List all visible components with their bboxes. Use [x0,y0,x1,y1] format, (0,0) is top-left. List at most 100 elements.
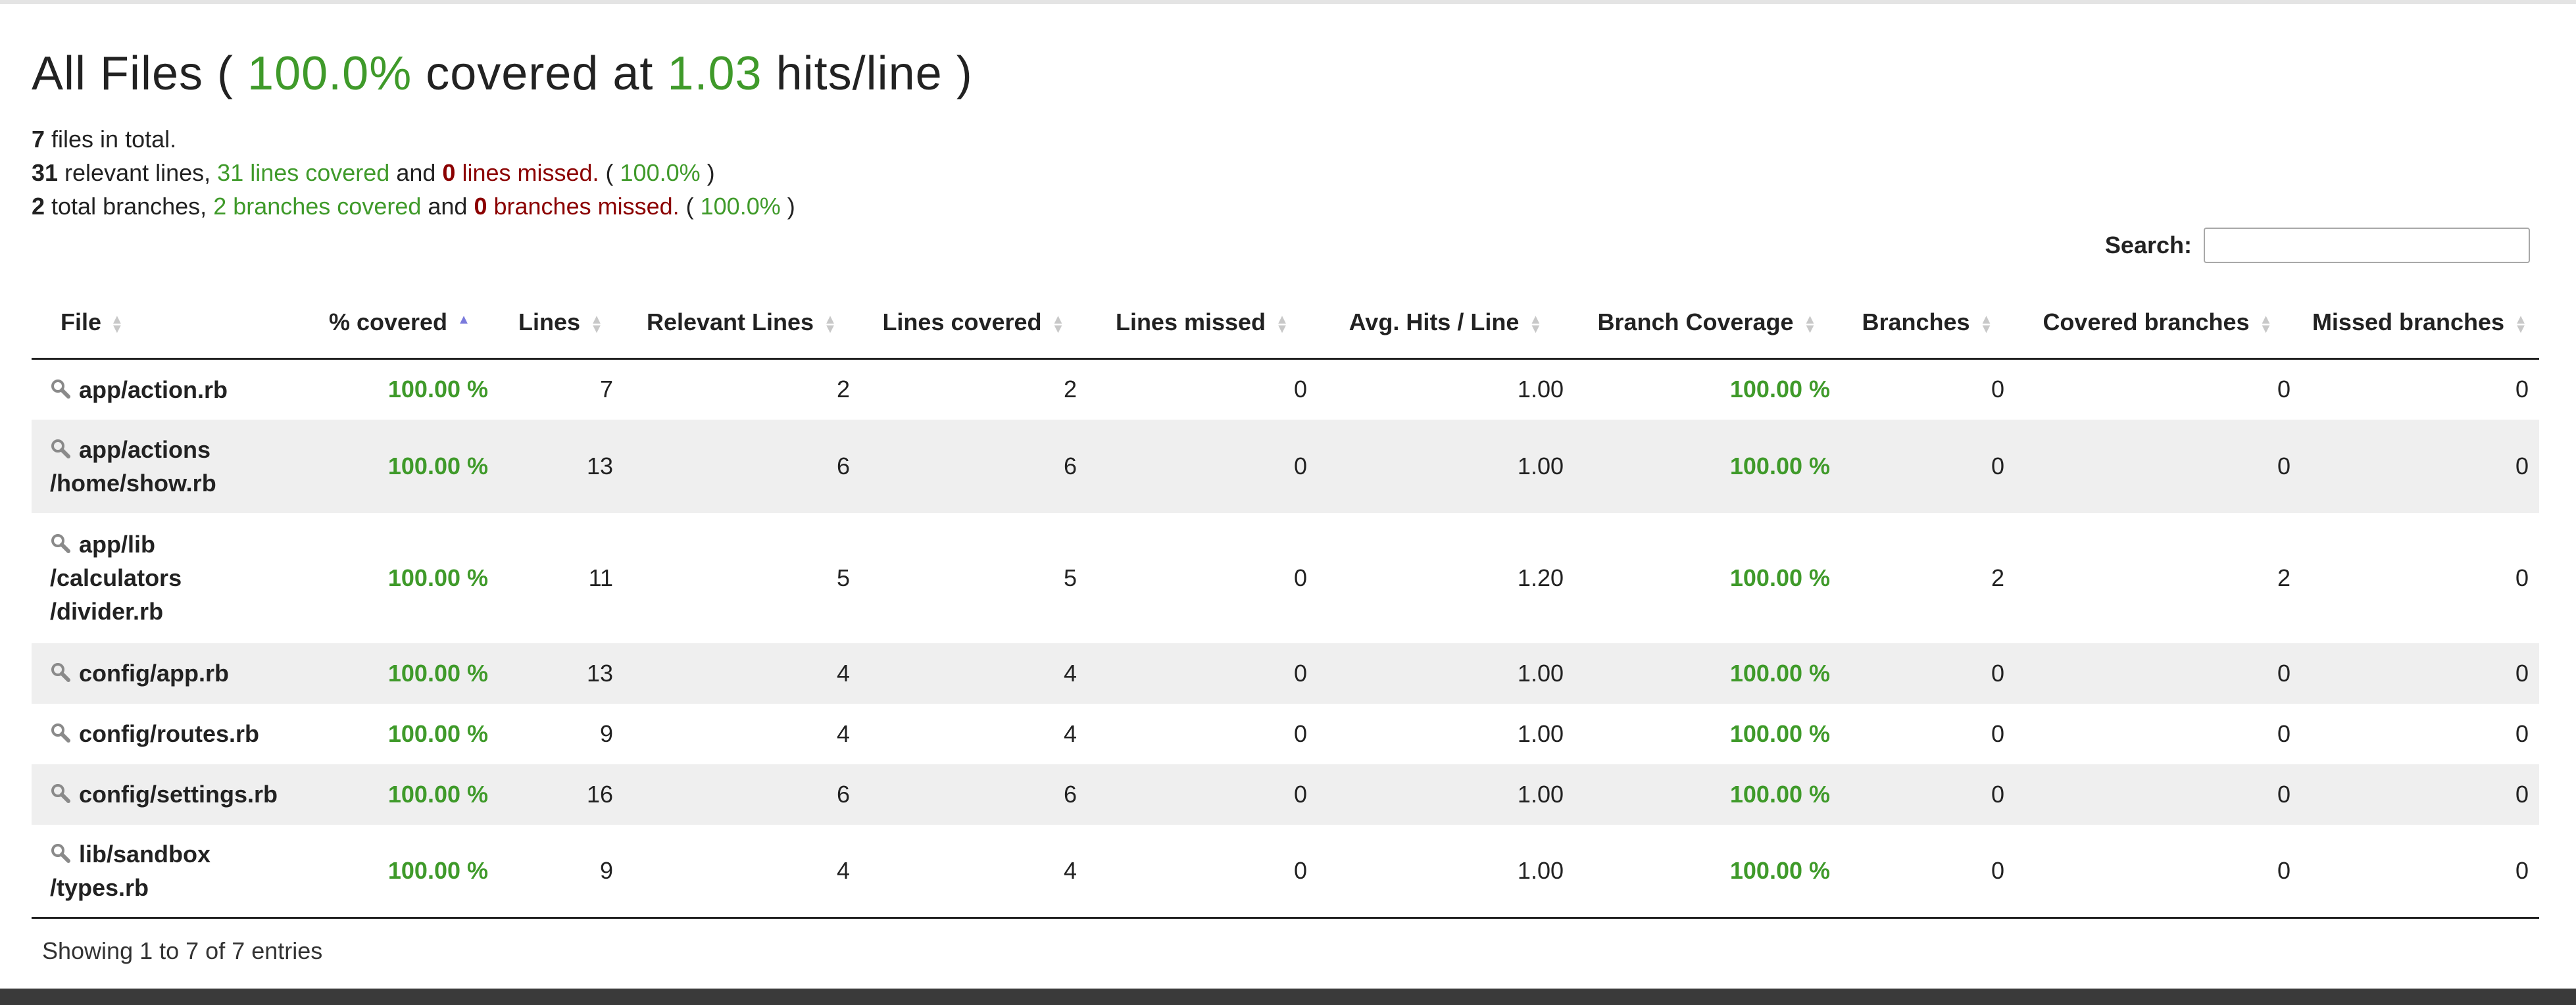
column-header-percent-covered[interactable]: % covered ▲▼ [301,287,499,360]
covered-branches-cell: 0 [2015,358,2301,420]
column-header-avg-hits[interactable]: Avg. Hits / Line ▲ ▼ [1318,287,1574,360]
file-cell[interactable]: config/routes.rb [32,703,301,764]
file-name-link[interactable]: config/settings.rb [79,781,278,808]
file-cell[interactable]: app/action.rb [32,358,301,420]
column-label: Branch Coverage [1597,308,1794,335]
branches-text: total branches, [45,193,214,220]
magnifier-icon[interactable] [50,374,71,399]
file-name-link[interactable]: /types.rb [50,874,149,901]
branch-coverage-cell: 100.00 % [1574,419,1841,513]
file-cell[interactable]: config/settings.rb [32,764,301,825]
files-summary-line: 7 files in total. [32,122,2539,156]
percent-covered-cell: 100.00 % [301,358,499,420]
title-mid: covered at [412,47,668,100]
missed-branches-cell: 0 [2301,358,2539,420]
column-label: Lines covered [882,308,1042,335]
avg-hits-cell: 1.00 [1318,358,1574,420]
file-name-link[interactable]: config/app.rb [79,660,229,687]
file-name-link[interactable]: /home/show.rb [50,470,216,497]
files-text: files in total. [45,126,177,153]
branches-percent: 100.0% [700,193,781,220]
files-table: File ▲▼ % covered ▲▼ Lines ▲▼ Relevant Line… [32,287,2539,919]
title-prefix: All Files ( [32,47,248,100]
file-name-link[interactable]: /calculators [50,564,182,591]
sort-arrows-icon: ▲ ▼ [1276,312,1289,337]
table-body: app/action.rb 100.00 % 7 2 2 0 1.00 100.00 % 0 0 0… [32,358,2539,919]
column-label: Missed branches [2312,308,2505,335]
lines-missed-count: 0 [442,159,456,186]
missed-branches-cell: 0 [2301,419,2539,513]
file-name-link[interactable]: app/action.rb [79,376,228,403]
lines-cell: 9 [499,703,624,764]
lines-cell: 7 [499,358,624,420]
magnifier-icon[interactable] [50,529,71,553]
relevant-lines-cell: 6 [624,419,860,513]
column-header-lines-missed[interactable]: Lines missed ▲ ▼ [1087,287,1318,360]
table-header-row: File ▲▼ % covered ▲▼ Lines ▲▼ Relevant Line… [32,287,2539,360]
lines-percent: 100.0% [620,159,701,186]
branches-missed-text: branches missed. [487,193,680,220]
branches-cell: 0 [1841,824,2015,919]
column-header-lines[interactable]: Lines ▲ ▼ [499,287,624,360]
table-row: app/actions/home/show.rb 100.00 % 13 6 6 0 1.0… [32,419,2539,513]
coverage-summary: 7 files in total. 31 relevant lines, 31 … [32,122,2539,223]
branch-coverage-cell: 100.00 % [1574,643,1841,704]
column-header-missed-branches[interactable]: Missed branches ▲ ▼ [2301,287,2539,360]
lines-covered-cell: 2 [860,358,1087,420]
lines-cell: 13 [499,419,624,513]
sort-arrows-icon: ▲ ▼ [1051,312,1065,337]
covered-branches-cell: 0 [2015,824,2301,919]
lines-missed-cell: 0 [1087,824,1318,919]
column-header-file[interactable]: File ▲ ▼ [32,287,301,360]
magnifier-icon[interactable] [50,718,71,743]
branches-missed-count: 0 [474,193,487,220]
lines-missed-cell: 0 [1087,358,1318,420]
table-row: config/settings.rb 100.00 % 16 6 6 0 1.00 100.0… [32,764,2539,825]
paren-close: ) [780,193,795,220]
file-name-link[interactable]: /divider.rb [50,598,163,625]
column-label: Lines [518,308,581,335]
lines-missed-cell: 0 [1087,643,1318,704]
lines-cell: 9 [499,824,624,919]
column-header-covered-branches[interactable]: Covered branches ▲ ▼ [2015,287,2301,360]
table-row: config/routes.rb 100.00 % 9 4 4 0 1.00 100.00 %… [32,703,2539,764]
column-header-lines-covered[interactable]: Lines covered ▲ ▼ [860,287,1087,360]
file-cell[interactable]: config/app.rb [32,643,301,704]
relevant-lines-cell: 4 [624,824,860,919]
avg-hits-cell: 1.00 [1318,824,1574,919]
file-cell[interactable]: app/actions/home/show.rb [32,419,301,513]
percent-covered-cell: 100.00 % [301,512,499,643]
file-name-link[interactable]: app/actions [79,436,211,463]
search-input[interactable] [2204,228,2530,263]
paren-close: ) [700,159,715,186]
column-label: Branches [1862,308,1970,335]
magnifier-icon[interactable] [50,658,71,682]
percent-covered-cell: 100.00 % [301,643,499,704]
lines-missed-cell: 0 [1087,419,1318,513]
branch-coverage-cell: 100.00 % [1574,358,1841,420]
title-covered-percent: 100.0% [247,47,412,100]
file-cell[interactable]: lib/sandbox/types.rb [32,824,301,919]
sort-arrows-icon: ▲ ▼ [1803,312,1817,337]
branches-summary-line: 2 total branches, 2 branches covered and… [32,189,2539,223]
file-name-link[interactable]: app/lib [79,531,155,558]
file-name-link[interactable]: config/routes.rb [79,720,259,747]
magnifier-icon[interactable] [50,779,71,803]
lines-covered-cell: 5 [860,512,1087,643]
file-name-link[interactable]: lib/sandbox [79,841,211,868]
magnifier-icon[interactable] [50,434,71,458]
main-content: All Files ( 100.0% covered at 1.03 hits/… [32,42,2539,964]
avg-hits-cell: 1.00 [1318,643,1574,704]
lines-missed-cell: 0 [1087,764,1318,825]
magnifier-icon[interactable] [50,839,71,863]
file-cell[interactable]: app/lib/calculators/divider.rb [32,512,301,643]
sort-arrows-icon: ▲ ▼ [2259,312,2273,337]
percent-covered-cell: 100.00 % [301,703,499,764]
column-header-relevant-lines[interactable]: Relevant Lines ▲ ▼ [624,287,860,360]
covered-branches-cell: 0 [2015,703,2301,764]
lines-cell: 13 [499,643,624,704]
sort-arrows-icon: ▲ ▼ [824,312,837,337]
column-header-branches[interactable]: Branches ▲ ▼ [1841,287,2015,360]
branch-coverage-cell: 100.00 % [1574,764,1841,825]
column-header-branch-coverage[interactable]: Branch Coverage ▲ ▼ [1574,287,1841,360]
